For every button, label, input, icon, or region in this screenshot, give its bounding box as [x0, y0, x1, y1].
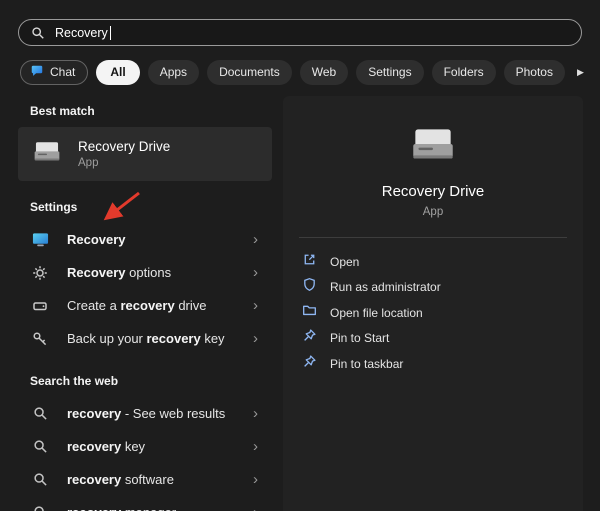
- web-suggestion-recovery-manager[interactable]: recovery manager ›: [18, 496, 272, 511]
- chevron-right-icon: ›: [253, 232, 266, 247]
- action-open[interactable]: Open: [283, 249, 583, 275]
- pin-icon: [302, 328, 317, 348]
- preview-title: Recovery Drive: [283, 183, 583, 200]
- filter-tabs: Chat All Apps Documents Web Settings Fol…: [20, 59, 588, 85]
- divider: [299, 237, 567, 238]
- tab-web[interactable]: Web: [300, 60, 348, 85]
- scroll-tabs-button[interactable]: ▶: [573, 65, 588, 80]
- search-icon: [30, 439, 50, 454]
- tab-folders[interactable]: Folders: [432, 60, 496, 85]
- shield-icon: [302, 277, 317, 297]
- action-pin-to-taskbar[interactable]: Pin to taskbar: [283, 351, 583, 377]
- chevron-right-icon: ›: [253, 331, 266, 346]
- preview-pane: Recovery Drive App Open Run as administr…: [283, 96, 583, 511]
- chevron-right-icon: ›: [253, 505, 266, 511]
- web-suggestion-recovery-software[interactable]: recovery software ›: [18, 463, 272, 496]
- folder-icon: [302, 303, 317, 323]
- settings-heading: Settings: [30, 200, 272, 214]
- tab-chat-label: Chat: [50, 65, 75, 79]
- best-match-item[interactable]: Recovery Drive App: [18, 127, 272, 181]
- tab-apps[interactable]: Apps: [148, 60, 199, 85]
- tab-all[interactable]: All: [96, 60, 139, 85]
- search-icon: [31, 26, 45, 40]
- search-web-heading: Search the web: [30, 374, 272, 388]
- settings-item-recovery-options[interactable]: Recovery options ›: [18, 256, 272, 289]
- best-match-heading: Best match: [30, 104, 272, 118]
- action-open-file-location[interactable]: Open file location: [283, 300, 583, 326]
- search-icon: [30, 406, 50, 421]
- settings-item-recovery[interactable]: Recovery ›: [18, 223, 272, 256]
- web-suggestion-see-results[interactable]: recovery - See web results ›: [18, 397, 272, 430]
- gear-icon: [30, 265, 50, 281]
- action-pin-to-start[interactable]: Pin to Start: [283, 326, 583, 352]
- chevron-right-icon: ›: [253, 298, 266, 313]
- web-suggestion-recovery-key[interactable]: recovery key ›: [18, 430, 272, 463]
- chat-icon: [30, 64, 44, 81]
- settings-item-create-recovery-drive[interactable]: Create a recovery drive ›: [18, 289, 272, 322]
- tab-photos[interactable]: Photos: [504, 60, 565, 85]
- chevron-right-icon: ›: [253, 406, 266, 421]
- play-icon: ▶: [577, 67, 584, 77]
- chevron-right-icon: ›: [253, 439, 266, 454]
- tab-settings[interactable]: Settings: [356, 60, 423, 85]
- drive-icon-large: [283, 96, 583, 166]
- tab-chat[interactable]: Chat: [20, 60, 88, 85]
- tab-documents[interactable]: Documents: [207, 60, 292, 85]
- best-match-subtitle: App: [78, 157, 170, 169]
- best-match-title: Recovery Drive: [78, 139, 170, 154]
- windows-search-panel: Recovery Chat All Apps Documents Web Set…: [0, 0, 600, 511]
- drive-icon: [30, 139, 64, 170]
- chevron-right-icon: ›: [253, 472, 266, 487]
- search-icon: [30, 472, 50, 487]
- recovery-settings-icon: [30, 231, 50, 248]
- search-icon: [30, 505, 50, 511]
- text-caret: [110, 26, 111, 40]
- pin-icon: [302, 354, 317, 374]
- drive-small-icon: [30, 298, 50, 314]
- preview-subtitle: App: [283, 206, 583, 218]
- more-options-button[interactable]: •••: [596, 64, 600, 80]
- open-icon: [302, 252, 317, 272]
- chevron-right-icon: ›: [253, 265, 266, 280]
- key-icon: [30, 331, 50, 347]
- results-list: Best match Recovery Drive App Settings R…: [18, 96, 272, 511]
- search-text: Recovery: [55, 26, 108, 40]
- action-run-as-administrator[interactable]: Run as administrator: [283, 275, 583, 301]
- search-input[interactable]: Recovery: [18, 19, 582, 46]
- settings-item-backup-recovery-key[interactable]: Back up your recovery key ›: [18, 322, 272, 355]
